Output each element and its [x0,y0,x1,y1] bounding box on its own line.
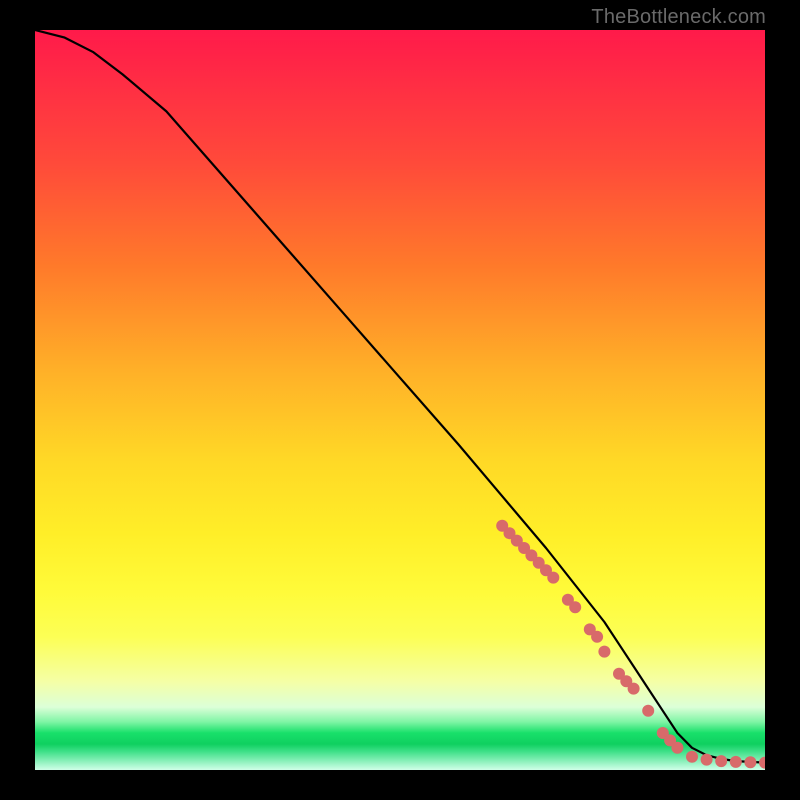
highlight-dot [628,683,640,695]
highlight-dot [686,751,698,763]
bottleneck-curve [35,30,765,763]
highlight-dot [591,631,603,643]
highlight-dot [547,572,559,584]
plot-area [35,30,765,770]
highlight-dot [715,755,727,767]
watermark-text: TheBottleneck.com [591,6,766,29]
highlight-dot [671,742,683,754]
highlight-dot [642,705,654,717]
highlight-dot [759,757,765,769]
curve-svg [35,30,765,770]
highlight-dot [598,646,610,658]
chart-frame: TheBottleneck.com [0,0,800,800]
highlight-dot [730,756,742,768]
highlight-dots [496,520,765,769]
highlight-dot [569,601,581,613]
highlight-dot [744,756,756,768]
highlight-dot [701,754,713,766]
